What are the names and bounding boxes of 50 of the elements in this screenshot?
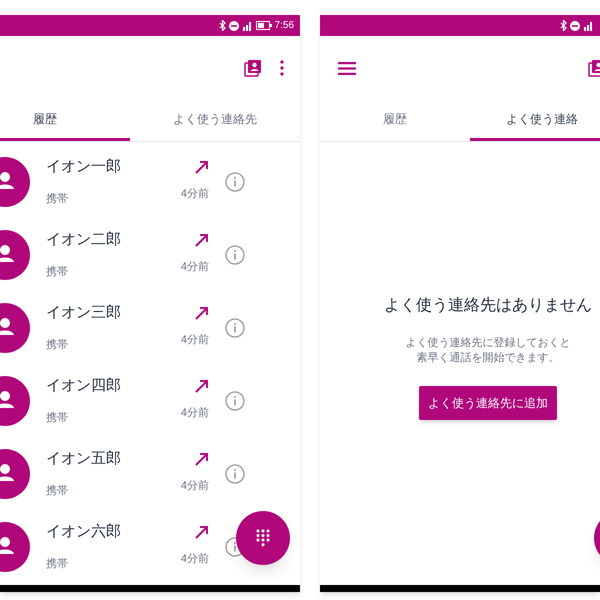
contact-name: イオン三郎 — [46, 303, 122, 323]
info-icon[interactable] — [225, 464, 245, 484]
info-icon[interactable] — [225, 244, 245, 264]
signal-icon — [583, 20, 594, 30]
do-not-disturb-icon — [228, 20, 239, 30]
dialpad-icon — [256, 529, 270, 547]
contact-name: イオン二郎 — [46, 230, 122, 250]
clock: 7:56 — [274, 19, 294, 33]
contact-name: イオン一郎 — [46, 157, 122, 177]
call-time: 4分前 — [180, 260, 209, 276]
outgoing-call-icon — [195, 452, 209, 466]
phone-type: 携帯 — [46, 264, 69, 280]
add-favorite-button[interactable]: よく使う連絡先に追加 — [419, 386, 557, 420]
call-time: 4分前 — [180, 187, 209, 202]
empty-state-message: 素早く通話を開始できます。 — [416, 351, 560, 366]
contacts-icon[interactable] — [244, 59, 262, 77]
bluetooth-icon — [560, 20, 567, 31]
phone-type: 携帯 — [46, 410, 69, 426]
dialpad-button[interactable] — [236, 511, 290, 565]
bluetooth-icon — [218, 20, 226, 31]
more-options-icon[interactable] — [280, 60, 284, 76]
call-time: 4分前 — [180, 552, 209, 568]
empty-state-title: よく使う連絡先はありません — [384, 296, 592, 316]
outgoing-call-icon — [195, 306, 209, 320]
phone-type: 携帯 — [46, 556, 69, 572]
tab[interactable]: 履歴 — [0, 100, 130, 141]
info-icon[interactable] — [225, 390, 245, 410]
tab[interactable]: 履歴 — [320, 100, 470, 141]
do-not-disturb-icon — [570, 20, 580, 30]
info-icon[interactable] — [225, 318, 245, 338]
outgoing-call-icon — [195, 160, 209, 174]
outgoing-call-icon — [195, 233, 209, 248]
info-icon[interactable] — [225, 172, 245, 192]
outgoing-call-icon — [195, 525, 209, 540]
contact-name: イオン五郎 — [46, 449, 122, 469]
contact-name: イオン六郎 — [46, 522, 122, 542]
contact-name: イオン四郎 — [46, 376, 122, 396]
call-time: 4分前 — [180, 406, 209, 422]
phone-type: 携帯 — [46, 338, 69, 352]
empty-state-message: よく使う連絡先に登録しておくと — [406, 336, 570, 351]
phone-type: 携帯 — [46, 192, 69, 206]
call-time: 4分前 — [180, 479, 209, 494]
phone-type: 携帯 — [46, 484, 69, 498]
signal-icon — [242, 20, 253, 30]
outgoing-call-icon — [195, 379, 209, 394]
tab[interactable]: よく使う連絡 — [470, 100, 600, 141]
tab[interactable]: よく使う連絡先 — [130, 100, 300, 141]
menu-icon[interactable] — [338, 62, 356, 74]
battery-icon — [256, 21, 272, 30]
call-time: 4分前 — [180, 333, 209, 348]
